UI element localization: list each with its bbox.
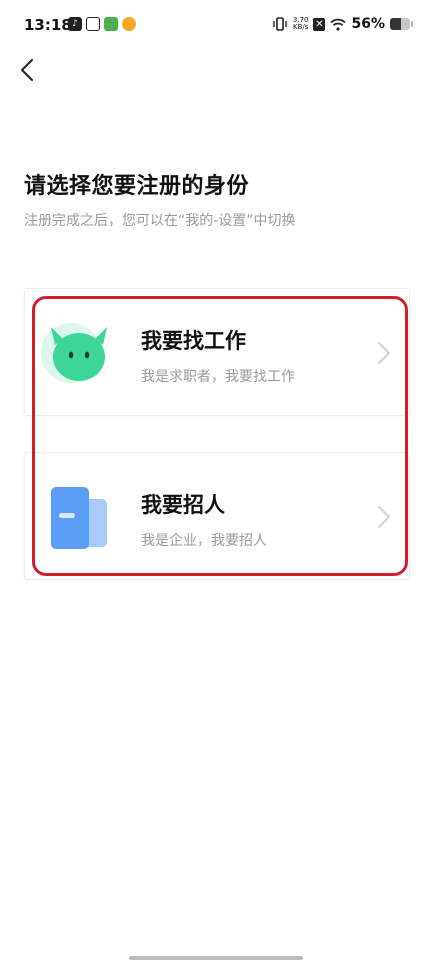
page-title: 请选择您要注册的身份 <box>24 174 250 199</box>
employer-icon <box>51 487 107 549</box>
wifi-icon <box>330 18 347 31</box>
x-app-icon: ✕ <box>313 17 326 31</box>
page-subtitle: 注册完成之后，您可以在“我的-设置”中切换 <box>24 213 296 229</box>
notification-icons: ♪ <box>68 17 136 31</box>
net-speed: 3.70 KB/s <box>293 17 309 31</box>
battery-fill <box>390 18 402 30</box>
status-right: 3.70 KB/s ✕ 56% <box>272 16 413 32</box>
employer-option[interactable]: 我要招人 我是企业，我要招人 <box>24 452 410 580</box>
chevron-left-icon <box>21 59 33 81</box>
tiktok-icon: ♪ <box>68 17 82 31</box>
job-seeker-icon <box>41 323 107 383</box>
job-seeker-option[interactable]: 我要找工作 我是求职者，我要找工作 <box>24 288 410 416</box>
job-seeker-title: 我要找工作 <box>141 329 246 353</box>
back-button[interactable] <box>14 56 42 84</box>
job-seeker-description: 我是求职者，我要找工作 <box>141 369 295 385</box>
employer-title: 我要招人 <box>141 493 225 517</box>
home-indicator[interactable] <box>129 956 303 960</box>
game-app-icon <box>104 17 118 31</box>
chevron-right-icon <box>378 506 390 528</box>
battery-icon <box>390 18 413 30</box>
battery-percent: 56% <box>351 16 385 32</box>
status-time: 13:18 <box>24 16 72 34</box>
employer-description: 我是企业，我要招人 <box>141 533 267 549</box>
screen: 13:18 ♪ 3.70 KB/s ✕ 56% 请选择您要注册的身份 注册完成之… <box>0 0 432 964</box>
net-speed-unit: KB/s <box>292 23 309 31</box>
link-app-icon <box>86 17 100 31</box>
vibrate-icon <box>273 17 287 31</box>
status-bar: 13:18 ♪ 3.70 KB/s ✕ 56% <box>0 0 432 52</box>
weibo-icon <box>122 17 136 31</box>
chevron-right-icon <box>378 342 390 364</box>
